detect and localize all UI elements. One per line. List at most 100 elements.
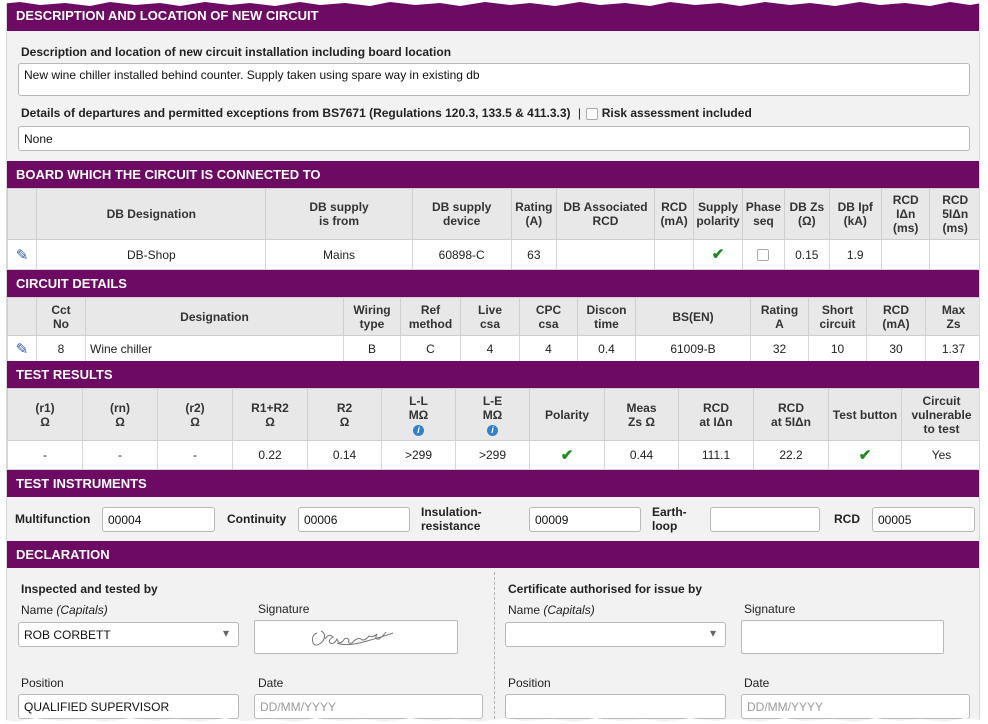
position-label: Position — [508, 676, 551, 690]
col-edit — [7, 188, 38, 240]
departures-label: Details of departures and permitted exce… — [21, 106, 752, 120]
rcd-label: RCD — [834, 512, 860, 526]
test-button-cell: ✔ — [828, 440, 902, 470]
col-meas-zs: Meas Zs Ω — [604, 388, 679, 441]
phase-seq-checkbox[interactable] — [757, 249, 770, 262]
designation-cell: Wine chiller — [85, 335, 344, 362]
r1-cell: - — [7, 440, 83, 470]
col-rcd-5idn: RCD 5IΔn (ms) — [929, 188, 979, 240]
col-rating: Rating (A) — [510, 188, 558, 240]
rn-cell: - — [82, 440, 158, 470]
col-db-supply-device: DB supply device — [411, 188, 512, 240]
insulation-resistance-input[interactable]: 00009 — [529, 507, 641, 532]
l-e-cell: >299 — [455, 440, 530, 470]
torn-edge-bottom — [0, 718, 988, 724]
multifunction-input[interactable]: 00004 — [102, 507, 215, 532]
col-live-csa: Live csa — [460, 297, 520, 336]
db-zs-cell: 0.15 — [784, 239, 830, 270]
db-supply-device-cell: 60898-C — [411, 239, 512, 270]
polarity-cell: ✔ — [529, 440, 605, 470]
supply-polarity-cell: ✔ — [693, 239, 743, 270]
continuity-input[interactable]: 00006 — [298, 507, 410, 532]
col-cct-no: Cct No — [36, 297, 86, 336]
earth-loop-label: Earth-loop — [652, 505, 687, 533]
pencil-icon: ✎ — [15, 246, 29, 264]
col-r1-r2: R1+R2 Ω — [232, 388, 308, 441]
test-results-section-header: TEST RESULTS — [7, 361, 979, 388]
wiring-type-cell: B — [343, 335, 401, 362]
declaration-divider — [494, 572, 495, 724]
test-results-header-row: (r1) Ω (rn) Ω (r2) Ω R1+R2 Ω R2 Ω L-L MΩ i L-E M… — [7, 388, 979, 441]
circuit-section-header: CIRCUIT DETAILS — [7, 270, 979, 297]
section-title: CIRCUIT DETAILS — [16, 276, 127, 291]
live-csa-cell: 4 — [460, 335, 520, 362]
departures-label-text: Details of departures and permitted exce… — [21, 106, 571, 120]
max-zs-cell: 1.37 — [925, 335, 979, 362]
torn-edge-top — [0, 0, 988, 6]
info-icon[interactable]: i — [487, 424, 498, 436]
departures-field[interactable]: None — [18, 126, 970, 151]
col-max-zs: Max Zs — [925, 297, 979, 336]
col-l-l: L-L MΩ i — [381, 388, 456, 441]
col-wiring-type: Wiring type — [343, 297, 401, 336]
electrical-certificate-form: DESCRIPTION AND LOCATION OF NEW CIRCUIT … — [6, 0, 980, 724]
authoriser-signature-box[interactable] — [741, 620, 944, 654]
date-label: Date — [258, 676, 284, 690]
name-label: Name (Capitals) — [21, 603, 108, 617]
board-table: DB Designation DB supply is from DB suppl… — [7, 188, 979, 270]
col-rcd-idn: RCD at IΔn — [678, 388, 754, 441]
col-rating-a: Rating A — [750, 297, 809, 336]
discon-time-cell: 0.4 — [577, 335, 636, 362]
cpc-csa-cell: 4 — [519, 335, 578, 362]
rcd-ma-cell — [653, 239, 695, 270]
col-supply-polarity: Supply polarity — [693, 188, 743, 240]
insulation-resistance-label: Insulation-resistance — [421, 505, 482, 533]
col-rn: (rn) Ω — [82, 388, 158, 441]
risk-assessment-checkbox[interactable] — [586, 107, 599, 120]
table-row: ✎ DB-Shop Mains 60898-C 63 ✔ 0.15 1.9 — [7, 239, 979, 270]
col-ref-method: Ref method — [400, 297, 461, 336]
meas-zs-cell: 0.44 — [604, 440, 679, 470]
earth-loop-input[interactable] — [710, 507, 820, 532]
rcd-input[interactable]: 00005 — [872, 507, 975, 532]
col-short-circuit: Short circuit — [808, 297, 867, 336]
installation-description-field[interactable]: New wine chiller installed behind counte… — [18, 63, 970, 96]
risk-assessment-label: Risk assessment included — [601, 106, 752, 120]
phase-seq-cell — [741, 239, 786, 270]
info-icon[interactable]: i — [413, 424, 424, 436]
col-db-zs: DB Zs (Ω) — [784, 188, 830, 240]
installation-description-label: Description and location of new circuit … — [21, 45, 452, 59]
col-l-e: L-E MΩ i — [455, 388, 530, 441]
authoriser-name-select[interactable] — [505, 622, 726, 647]
bs-en-cell: 61009-B — [635, 335, 751, 362]
continuity-label: Continuity — [227, 512, 287, 526]
edit-circuit-button[interactable]: ✎ — [7, 335, 37, 362]
board-header-row: DB Designation DB supply is from DB suppl… — [7, 188, 979, 240]
ref-method-cell: C — [400, 335, 461, 362]
circuit-table: Cct No Designation Wiring type Ref method L… — [7, 297, 979, 362]
edit-board-button[interactable]: ✎ — [7, 239, 38, 270]
check-icon: ✔ — [560, 446, 574, 464]
col-rcd-idn: RCD IΔn (ms) — [880, 188, 931, 240]
signature-label: Signature — [744, 602, 796, 616]
name-label: Name (Capitals) — [508, 603, 595, 617]
signature-image — [312, 630, 394, 646]
position-label: Position — [21, 676, 64, 690]
separator: | — [577, 106, 582, 120]
signature-label: Signature — [258, 602, 310, 616]
multifunction-label: Multifunction — [15, 512, 91, 526]
col-r2: (r2) Ω — [157, 388, 233, 441]
board-section-header: BOARD WHICH THE CIRCUIT IS CONNECTED TO — [7, 161, 979, 188]
table-row: - - - 0.22 0.14 >299 >299 ✔ 0.44 111.1 2… — [7, 440, 979, 470]
col-R2: R2 Ω — [307, 388, 382, 441]
rcd-ma-cell: 30 — [866, 335, 926, 362]
inspector-name-select[interactable]: ROB CORBETT — [18, 622, 239, 647]
l-l-cell: >299 — [381, 440, 456, 470]
inspector-signature-box[interactable] — [254, 620, 458, 654]
db-ipf-cell: 1.9 — [828, 239, 883, 270]
declaration-section-header: DECLARATION — [7, 541, 979, 568]
r2-cell: - — [157, 440, 233, 470]
col-edit — [7, 297, 37, 336]
rcd-idn-cell: 111.1 — [678, 440, 754, 470]
db-supply-from-cell: Mains — [265, 239, 413, 270]
